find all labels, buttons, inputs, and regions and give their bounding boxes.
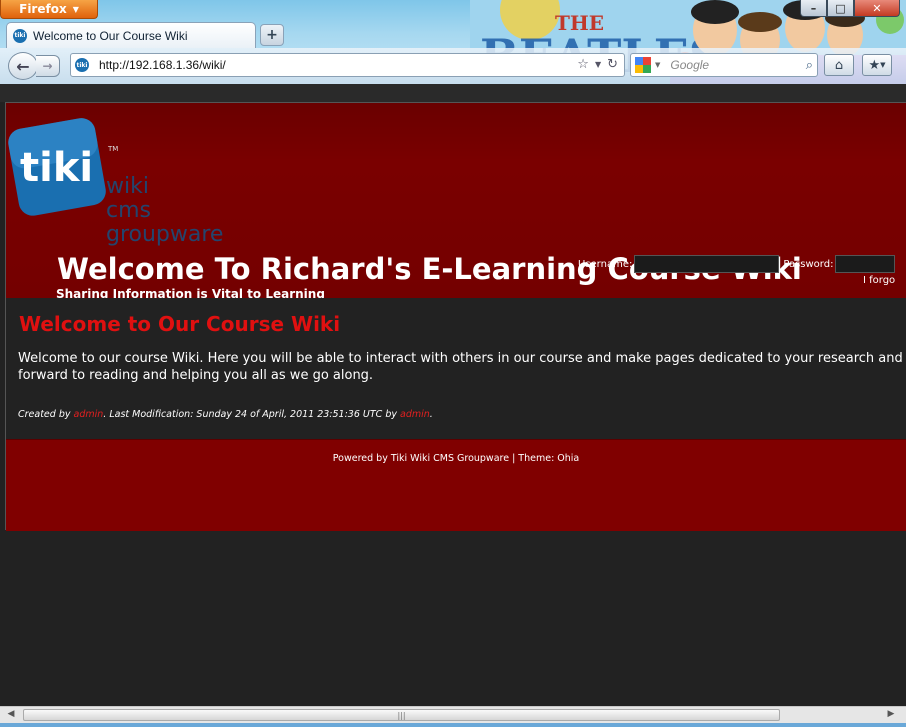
username-field[interactable] (634, 255, 780, 273)
page-meta: Created by admin. Last Modification: Sun… (18, 409, 433, 420)
google-engine-icon[interactable] (635, 57, 651, 73)
home-icon: ⌂ (834, 57, 844, 73)
scroll-thumb[interactable]: ||| (23, 709, 780, 721)
site-footer: Powered by Tiki Wiki CMS Groupware | The… (6, 439, 906, 531)
minimize-button[interactable]: – (800, 0, 827, 17)
site-slogan: Sharing Information is Vital to Learning (56, 287, 325, 298)
creator-link[interactable]: admin (74, 409, 104, 420)
history-dropdown-icon[interactable]: ▼ (595, 57, 601, 73)
window-bottom-edge (0, 723, 906, 727)
forward-button[interactable]: → (36, 55, 60, 77)
reload-icon[interactable]: ↻ (607, 57, 618, 73)
close-button[interactable]: ✕ (854, 0, 900, 17)
page-top-strip (0, 84, 906, 102)
back-arrow-icon: ← (16, 56, 30, 76)
tiki-favicon-icon: tiki (13, 28, 27, 43)
horizontal-scrollbar[interactable]: ◀ ||| ▶ (0, 706, 906, 723)
logo-tagline-cms: cms (106, 198, 151, 223)
tiki-logo[interactable]: tiki TM wiki cms groupware (6, 111, 246, 251)
search-placeholder[interactable]: Google (664, 58, 801, 72)
maximize-button[interactable]: □ (827, 0, 854, 17)
engine-dropdown-icon[interactable]: ▼ (655, 61, 660, 69)
created-by-label: Created by (18, 409, 71, 420)
window-controls: – □ ✕ (800, 0, 900, 17)
forward-arrow-icon: → (42, 59, 53, 73)
site-identity-icon[interactable]: tiki (75, 58, 89, 72)
dropdown-arrow-icon: ▼ (72, 4, 79, 14)
tab-active[interactable]: tiki Welcome to Our Course Wiki (6, 22, 256, 48)
forgot-password-link[interactable]: I forgo (863, 275, 895, 286)
logo-tm: TM (107, 145, 118, 153)
url-text[interactable]: http://192.168.1.36/wiki/ (99, 58, 577, 72)
modifier-link[interactable]: admin (400, 409, 430, 420)
url-bar[interactable]: tiki http://192.168.1.36/wiki/ ☆ ▼ ↻ (70, 53, 625, 77)
logo-mark: tiki (20, 145, 93, 191)
logo-tagline-groupware: groupware (106, 222, 223, 247)
home-button[interactable]: ⌂ (824, 54, 854, 76)
powered-by-text: Powered by Tiki Wiki CMS Groupware | The… (332, 453, 580, 464)
password-field[interactable] (835, 255, 896, 273)
username-label: Username: (578, 258, 633, 270)
navigation-toolbar: ← → tiki http://192.168.1.36/wiki/ ☆ ▼ ↻… (0, 48, 906, 84)
bookmark-star-icon[interactable]: ☆ (577, 57, 589, 73)
page-body-line: forward to reading and helping you all a… (18, 368, 374, 383)
nav-buttons: ← → (8, 52, 64, 80)
scroll-grip: ||| (397, 710, 406, 720)
scroll-left-icon[interactable]: ◀ (4, 709, 18, 721)
search-bar[interactable]: ▼ Google ⌕ (630, 53, 818, 77)
url-tools: ☆ ▼ ↻ (577, 57, 624, 73)
site-container: tiki TM wiki cms groupware Welcome To Ri… (5, 102, 906, 531)
new-tab-button[interactable]: + (260, 24, 284, 46)
bookmarks-star-icon: ★ (868, 57, 881, 73)
login-form: Username: Password: (578, 255, 896, 273)
bookmarks-button[interactable]: ★ ▼ (862, 54, 892, 76)
firefox-menu-label: Firefox (19, 2, 67, 16)
meta-end: . (429, 409, 433, 420)
page-body: Welcome to our course Wiki. Here you wil… (18, 350, 906, 384)
firefox-menu-button[interactable]: Firefox ▼ (0, 0, 98, 19)
browser-chrome: THE BEATLES Firefox ▼ – □ ✕ tiki Welcome… (0, 0, 906, 84)
page-heading: Welcome to Our Course Wiki (19, 312, 341, 336)
bookmarks-dropdown-icon: ▼ (880, 61, 886, 69)
search-icon[interactable]: ⌕ (806, 58, 813, 73)
password-label: Password: (783, 258, 834, 270)
logo-tagline-wiki: wiki (106, 174, 149, 199)
scroll-right-icon[interactable]: ▶ (884, 709, 898, 721)
main-content: Welcome to Our Course Wiki Welcome to ou… (6, 298, 906, 439)
back-button[interactable]: ← (8, 52, 38, 80)
tab-title: Welcome to Our Course Wiki (33, 28, 188, 43)
modification-text: . Last Modification: Sunday 24 of April,… (103, 409, 397, 420)
page-body-line: Welcome to our course Wiki. Here you wil… (18, 351, 906, 366)
site-header: tiki TM wiki cms groupware Welcome To Ri… (6, 103, 906, 298)
